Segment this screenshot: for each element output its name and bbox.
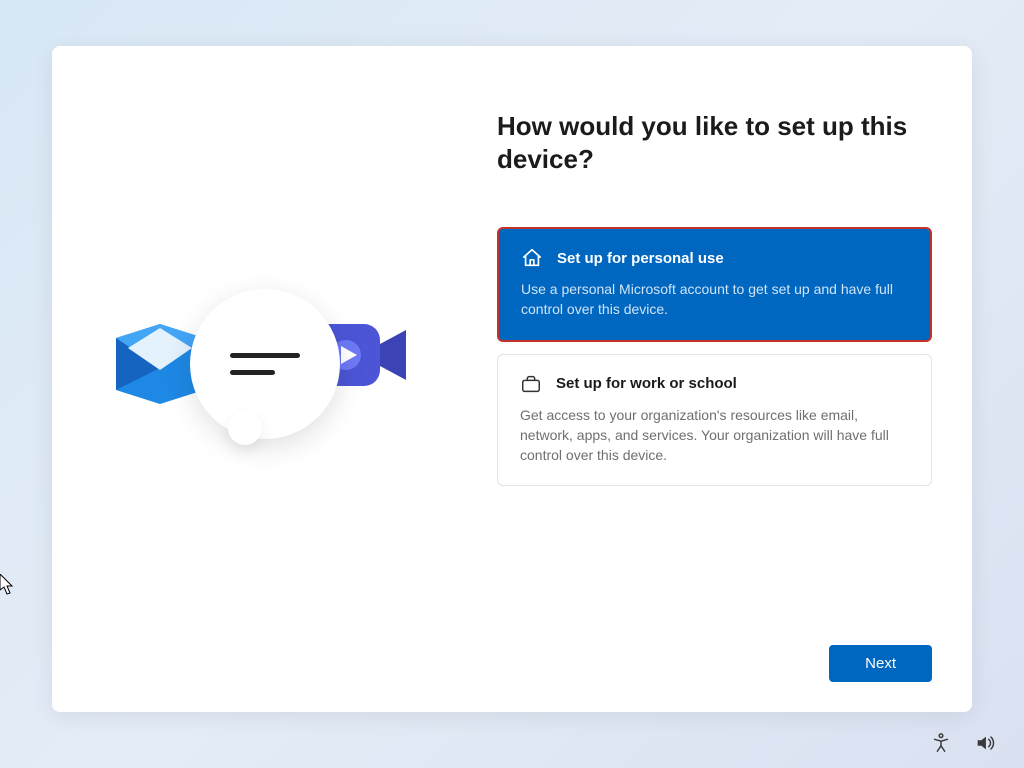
chat-bubble-icon — [190, 289, 340, 439]
option-title: Set up for work or school — [556, 375, 737, 392]
accessibility-icon[interactable] — [930, 732, 952, 754]
option-work-school[interactable]: Set up for work or school Get access to … — [497, 354, 932, 487]
page-title: How would you like to set up this device… — [497, 110, 932, 175]
volume-icon[interactable] — [974, 732, 996, 754]
next-button[interactable]: Next — [829, 645, 932, 682]
system-tray — [930, 732, 996, 754]
footer: Next — [497, 625, 932, 682]
option-description: Use a personal Microsoft account to get … — [521, 279, 908, 320]
home-icon — [521, 247, 543, 269]
setup-illustration — [110, 279, 430, 479]
option-personal-use[interactable]: Set up for personal use Use a personal M… — [497, 227, 932, 342]
setup-options: Set up for personal use Use a personal M… — [497, 227, 932, 486]
content-pane: How would you like to set up this device… — [487, 46, 972, 712]
option-description: Get access to your organization's resour… — [520, 405, 909, 466]
illustration-pane — [52, 46, 487, 712]
option-title: Set up for personal use — [557, 250, 724, 267]
oobe-window: How would you like to set up this device… — [52, 46, 972, 712]
mouse-cursor — [0, 574, 16, 596]
briefcase-icon — [520, 373, 542, 395]
